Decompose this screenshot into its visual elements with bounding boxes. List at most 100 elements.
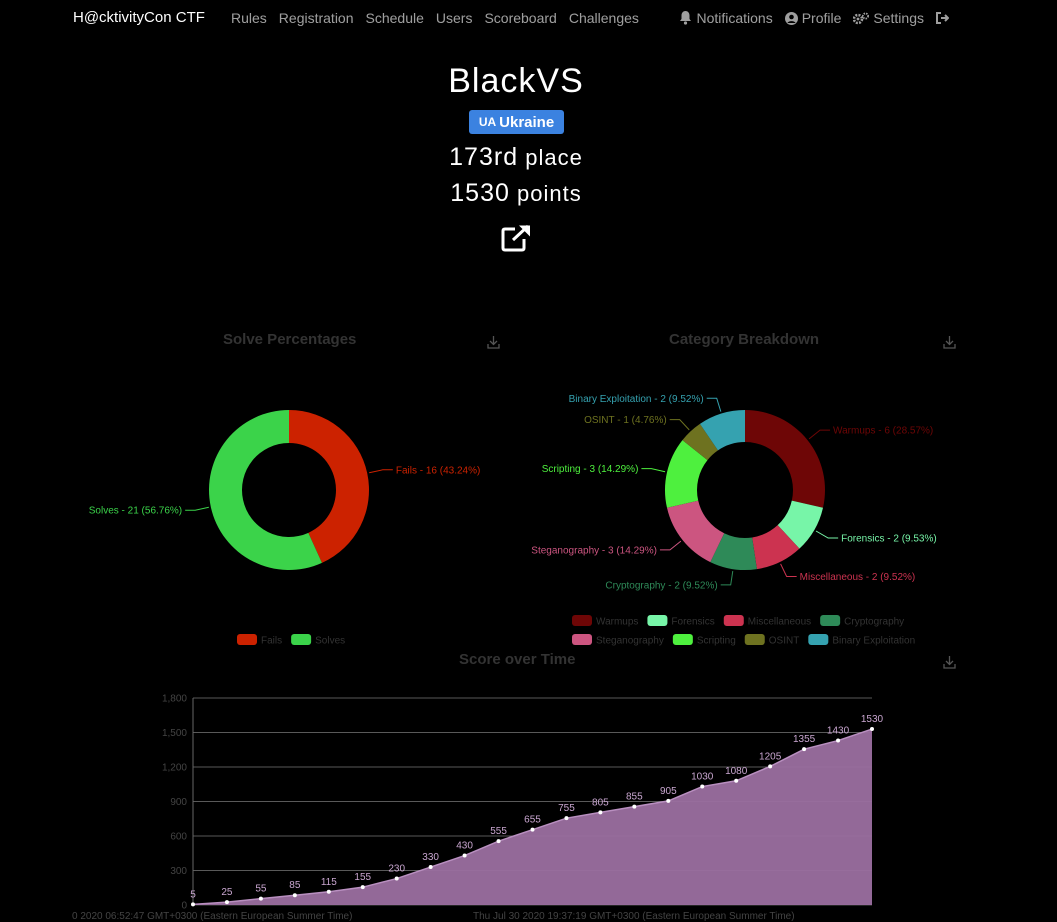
gears-icon bbox=[853, 12, 870, 24]
category-breakdown-chart: Warmups - 6 (28.57%) Forensics - 2 (9.53%… bbox=[531, 394, 937, 647]
legend-swatch bbox=[808, 634, 829, 645]
legend-label: Warmups bbox=[596, 617, 638, 628]
brand-link[interactable]: H@cktivityCon CTF bbox=[73, 9, 205, 26]
pie-data-label: OSINT - 1 (4.76%) bbox=[584, 415, 667, 426]
score-point bbox=[734, 778, 739, 783]
nav-profile-label: Profile bbox=[801, 10, 842, 26]
score-data-label: 1030 bbox=[691, 772, 714, 783]
score-data-label: 855 bbox=[626, 792, 643, 803]
score-data-label: 430 bbox=[456, 841, 473, 852]
legend-swatch bbox=[291, 634, 312, 645]
nav-settings[interactable]: Settings bbox=[853, 10, 924, 26]
points-number: 1530 bbox=[450, 179, 510, 207]
nav-logout[interactable] bbox=[936, 12, 953, 24]
place-number: 173rd bbox=[449, 143, 519, 171]
score-data-label: 5 bbox=[190, 889, 196, 900]
score-data-label: 755 bbox=[558, 803, 575, 814]
place-word: place bbox=[525, 145, 583, 170]
score-point bbox=[496, 839, 501, 844]
nav-notifications[interactable]: Notifications bbox=[679, 10, 773, 26]
score-data-label: 55 bbox=[255, 884, 267, 895]
country-flag-code: UA bbox=[478, 115, 497, 129]
y-tick-label: 0 bbox=[181, 901, 187, 912]
legend-swatch bbox=[820, 615, 841, 626]
score-data-label: 230 bbox=[388, 864, 405, 875]
x-tick-label: Thu Jul 30 2020 19:37:19 GMT+0300 (Easte… bbox=[473, 911, 795, 922]
legend-label: Solves bbox=[315, 636, 345, 647]
score-data-label: 555 bbox=[490, 826, 507, 837]
score-data-label: 155 bbox=[354, 872, 371, 883]
score-point bbox=[530, 827, 535, 832]
download-icon[interactable] bbox=[487, 335, 500, 349]
legend-swatch bbox=[572, 634, 592, 645]
pie-data-label: Scripting - 3 (14.29%) bbox=[542, 464, 639, 475]
nav-link-challenges[interactable]: Challenges bbox=[569, 10, 639, 26]
legend-swatch bbox=[237, 634, 257, 645]
score-data-label: 115 bbox=[321, 877, 337, 888]
pie-label-line bbox=[720, 571, 734, 586]
pie-label-line bbox=[659, 540, 682, 551]
score-point bbox=[870, 727, 874, 732]
score-data-label: 805 bbox=[592, 797, 609, 808]
pie-label-line bbox=[369, 469, 393, 474]
download-icon[interactable] bbox=[943, 335, 956, 349]
score-over-time-title: Score over Time bbox=[459, 651, 576, 668]
pie-label-line bbox=[669, 419, 690, 431]
y-tick-label: 1,500 bbox=[162, 728, 187, 739]
score-point bbox=[564, 816, 569, 821]
legend-label: Scripting bbox=[697, 636, 736, 647]
y-tick-label: 900 bbox=[170, 797, 187, 808]
score-data-label: 1080 bbox=[725, 766, 748, 777]
score-point bbox=[666, 798, 671, 803]
pie-data-label: Warmups - 6 (28.57%) bbox=[833, 426, 933, 437]
team-website-link[interactable] bbox=[501, 224, 533, 257]
team-points: 1530 points bbox=[0, 179, 1032, 208]
nav-link-schedule[interactable]: Schedule bbox=[366, 10, 424, 26]
pie-data-label: Fails - 16 (43.24%) bbox=[396, 465, 480, 476]
nav-link-registration[interactable]: Registration bbox=[279, 10, 354, 26]
pie-data-label: Miscellaneous - 2 (9.52%) bbox=[800, 572, 916, 583]
legend-label: Binary Exploitation bbox=[832, 636, 915, 647]
score-data-label: 1355 bbox=[793, 734, 816, 745]
nav-profile[interactable]: Profile bbox=[784, 10, 842, 26]
nav-links: Rules Registration Schedule Users Scoreb… bbox=[231, 10, 651, 26]
solve-percentages-chart: Fails - 16 (43.24%) Solves - 21 (56.76%) F… bbox=[89, 410, 480, 647]
download-icon[interactable] bbox=[943, 655, 956, 669]
legend-swatch bbox=[572, 615, 592, 626]
pie-data-label: Binary Exploitation - 2 (9.52%) bbox=[569, 394, 704, 405]
pie-label-line bbox=[808, 429, 831, 440]
logout-icon bbox=[936, 12, 949, 24]
legend-swatch bbox=[672, 634, 693, 645]
score-data-label: 1530 bbox=[861, 714, 884, 725]
score-point bbox=[258, 896, 263, 901]
y-tick-label: 300 bbox=[170, 866, 187, 877]
pie-label-line bbox=[185, 506, 209, 511]
navbar: H@cktivityCon CTF Rules Registration Sch… bbox=[0, 0, 1057, 34]
bell-icon bbox=[680, 11, 692, 25]
nav-link-users[interactable]: Users bbox=[436, 10, 473, 26]
pie-data-label: Forensics - 2 (9.53%) bbox=[841, 534, 937, 545]
external-link-icon bbox=[501, 224, 530, 252]
legend-label: Cryptography bbox=[844, 617, 904, 628]
score-point bbox=[224, 900, 229, 905]
nav-link-rules[interactable]: Rules bbox=[231, 10, 267, 26]
score-point bbox=[428, 865, 433, 870]
nav-link-scoreboard[interactable]: Scoreboard bbox=[484, 10, 556, 26]
pie-label-line bbox=[780, 563, 797, 577]
country-name: Ukraine bbox=[499, 113, 555, 131]
score-data-label: 1430 bbox=[827, 726, 850, 737]
legend-label: Fails bbox=[261, 636, 282, 647]
pie-label-line bbox=[815, 530, 839, 539]
score-data-label: 85 bbox=[289, 880, 301, 891]
pie-data-label: Solves - 21 (56.76%) bbox=[89, 506, 182, 517]
nav-right: Notifications Profile Settings bbox=[667, 10, 953, 26]
score-point bbox=[802, 747, 807, 752]
y-tick-label: 1,200 bbox=[162, 763, 187, 774]
pie-label-line bbox=[706, 397, 722, 412]
legend-swatch bbox=[744, 634, 765, 645]
team-name: BlackVS bbox=[448, 62, 584, 100]
score-point bbox=[632, 804, 637, 809]
score-point bbox=[360, 885, 365, 890]
score-over-time-chart: 0 300 600 900 1,200 1,500 1,800 5 25 55 85 115 155 23… bbox=[72, 694, 884, 922]
country-badge: UA Ukraine bbox=[469, 110, 564, 134]
